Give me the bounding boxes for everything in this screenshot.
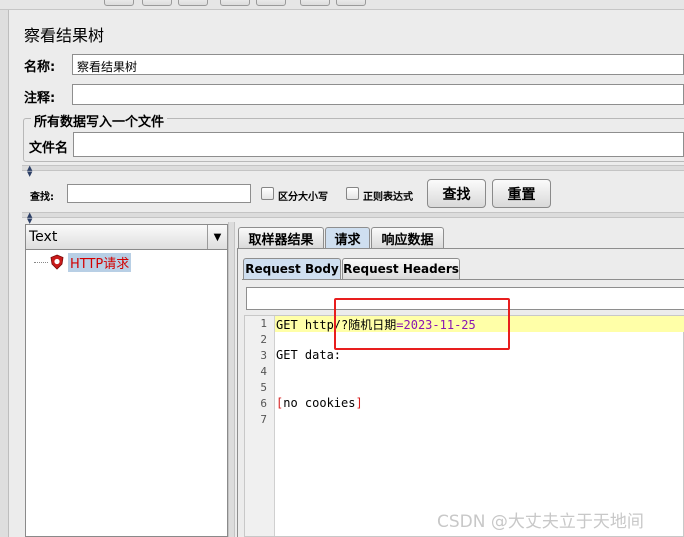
file-group-title: 所有数据写入一个文件 <box>31 111 168 130</box>
code-no-cookies: no cookies <box>283 396 356 410</box>
collapse-arrows-icon[interactable]: ▲ ▼ <box>27 165 32 178</box>
find-button[interactable]: 查找 <box>427 179 486 208</box>
tab-request[interactable]: 请求 <box>325 227 370 248</box>
comment-label: 注释: <box>24 91 56 106</box>
line-number: 2 <box>260 333 267 346</box>
error-shield-icon <box>50 254 64 270</box>
line-number: 6 <box>260 397 267 410</box>
case-sensitive-label: 区分大小写 <box>278 192 328 203</box>
toolbar-button[interactable] <box>300 0 330 6</box>
toolbar-button[interactable] <box>104 0 134 6</box>
case-sensitive-checkbox[interactable] <box>261 187 274 200</box>
left-edge <box>0 10 9 537</box>
search-label: 查找: <box>30 192 54 203</box>
code-method-url: GET http <box>276 318 334 332</box>
subtab-baseline <box>242 279 684 280</box>
reset-button[interactable]: 重置 <box>492 179 551 208</box>
split-divider[interactable] <box>22 165 684 171</box>
toolbar-button[interactable] <box>220 0 250 6</box>
tab-request-body[interactable]: Request Body <box>243 258 341 279</box>
code-line-3: GET data: <box>276 348 342 362</box>
tree-connector <box>34 262 48 263</box>
toolbar-button[interactable] <box>336 0 366 6</box>
search-input[interactable] <box>67 184 251 203</box>
line-number: 4 <box>260 365 267 378</box>
filename-label: 文件名 <box>29 141 69 156</box>
name-field[interactable]: 察看结果树 <box>72 54 684 75</box>
toolbar-button[interactable] <box>142 0 172 6</box>
tab-sampler-result[interactable]: 取样器结果 <box>238 227 324 248</box>
tab-request-headers[interactable]: Request Headers <box>342 258 460 279</box>
result-tree-panel: Text ▼ HTTP请求 <box>25 224 228 537</box>
code-bracket-close: ] <box>355 396 363 410</box>
filename-field[interactable] <box>73 132 684 157</box>
chevron-down-icon[interactable]: ▼ <box>207 225 227 249</box>
renderer-select[interactable]: Text ▼ <box>26 225 227 250</box>
tree-item-http-request[interactable]: HTTP请求 <box>68 253 132 272</box>
line-number: 3 <box>260 349 267 362</box>
line-number: 5 <box>260 381 267 394</box>
name-label: 名称: <box>24 60 56 75</box>
split-divider[interactable] <box>22 212 684 218</box>
watermark: CSDN @大丈夫立于天地间 <box>437 512 644 532</box>
line-number: 7 <box>260 413 267 426</box>
toolbar-button[interactable] <box>256 0 286 6</box>
regex-checkbox[interactable] <box>346 187 359 200</box>
highlight-annotation-box <box>334 298 510 350</box>
collapse-arrows-icon[interactable]: ▲ ▼ <box>27 212 32 225</box>
line-number: 1 <box>260 317 267 330</box>
regex-label: 正则表达式 <box>363 192 413 203</box>
code-line-6: [no cookies] <box>276 396 363 410</box>
toolbar-button[interactable] <box>178 0 208 6</box>
comment-field[interactable] <box>72 84 684 105</box>
toolbar <box>0 0 684 10</box>
page-title: 察看结果树 <box>24 26 105 45</box>
renderer-selected: Text <box>29 229 58 245</box>
vertical-split-divider[interactable] <box>228 222 235 537</box>
tab-response-data[interactable]: 响应数据 <box>371 227 444 248</box>
